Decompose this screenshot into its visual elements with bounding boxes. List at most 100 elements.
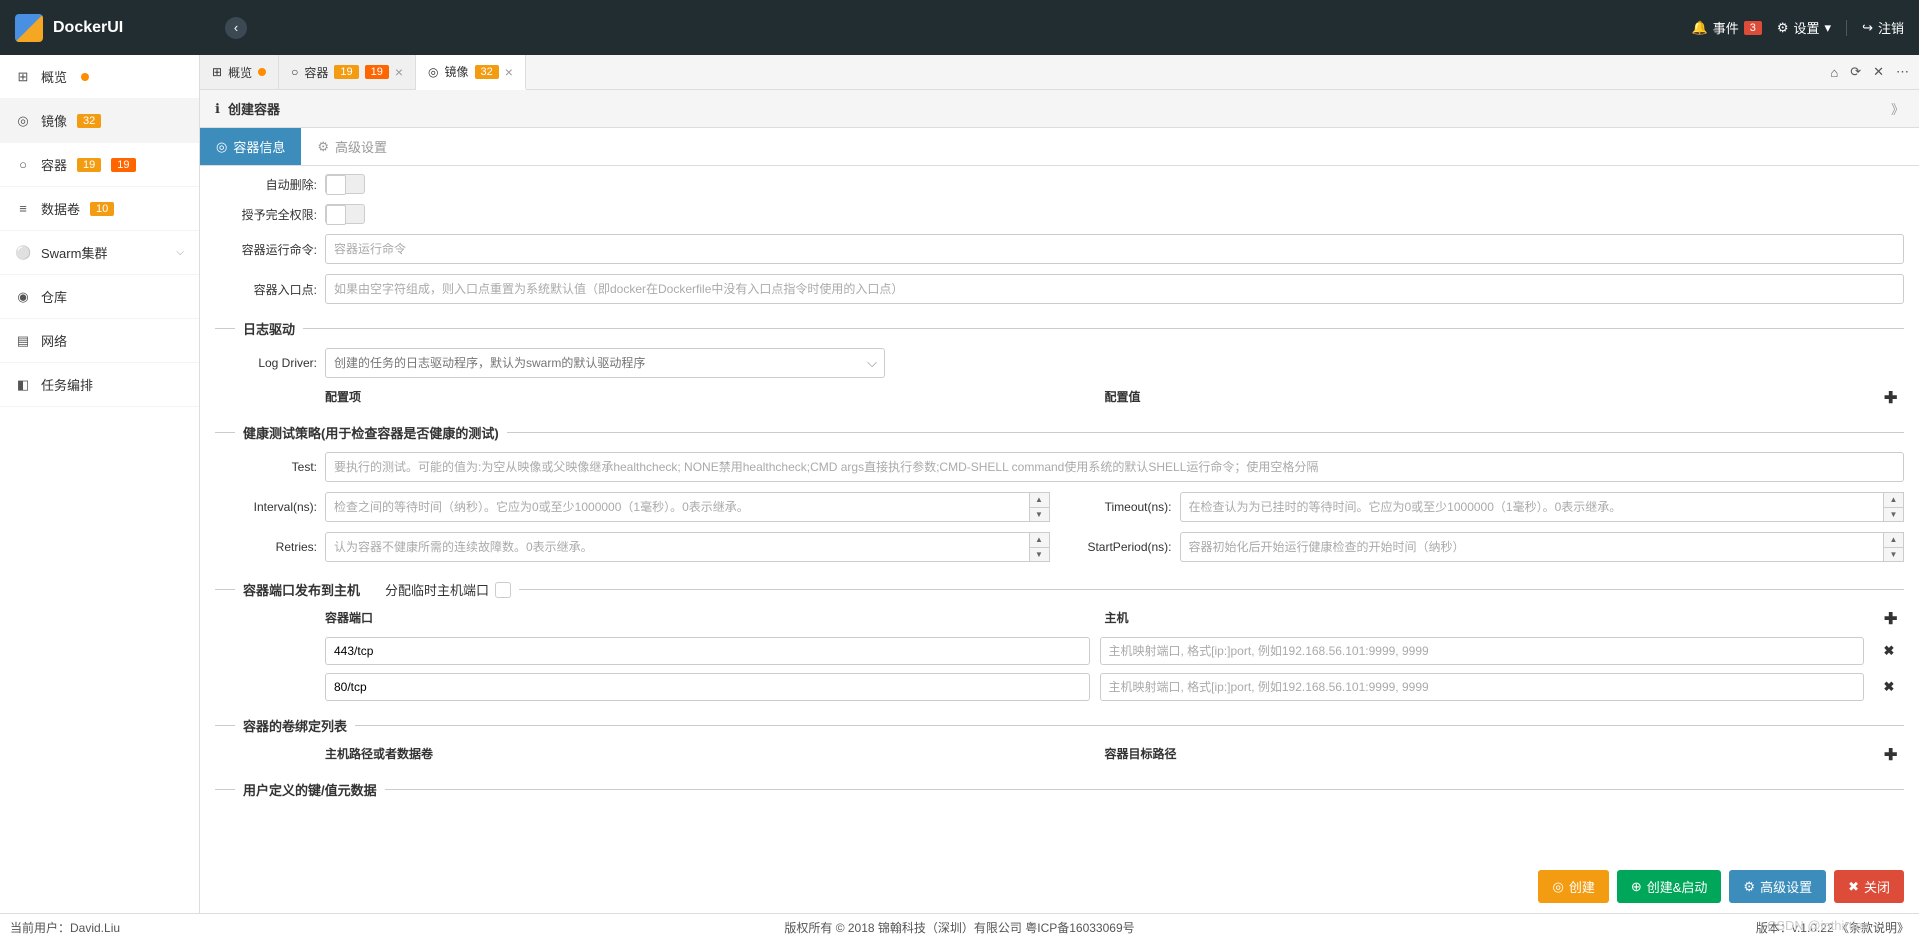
gear-icon: ⚙ [1777,20,1789,36]
logout-label: 注销 [1878,18,1904,37]
temp-port-label: 分配临时主机端口 [385,580,489,599]
sidebar-item-7[interactable]: ◧任务编排 [0,363,199,407]
create-start-button[interactable]: ⊕创建&启动 [1617,870,1722,903]
logout-icon: ↪ [1862,20,1873,36]
gear-icon: ⚙ [317,139,329,155]
auto-remove-toggle[interactable] [325,174,365,194]
chevron-left-icon: ‹ [234,20,238,35]
volumes-section-header: 容器的卷绑定列表 [215,716,1904,735]
gear-icon: ⚙ [1743,879,1755,895]
host-col-header: 主机 [1105,609,1885,629]
sidebar-item-0[interactable]: ⊞概览 [0,55,199,99]
container-port-input[interactable] [325,637,1090,665]
advanced-button[interactable]: ⚙高级设置 [1729,870,1826,903]
sidebar-item-2[interactable]: ○容器1919 [0,143,199,187]
tab-label: 镜像 [445,63,469,80]
startperiod-label: StartPeriod(ns): [1070,540,1180,554]
container-icon: ◎ [1552,879,1563,895]
port-row: ✖ [215,673,1904,701]
delete-row-button[interactable]: ✖ [1874,643,1904,659]
interval-spinner[interactable]: ▲▼ [1030,492,1050,522]
sidebar-label: 网络 [41,331,67,350]
sidebar-label: 数据卷 [41,199,80,218]
current-user: 当前用户：David.Liu [10,919,120,936]
tab-概览[interactable]: ⊞概览 [200,55,279,89]
events-button[interactable]: 🔔 事件 3 [1692,18,1762,37]
tab-container-info[interactable]: ◎ 容器信息 [200,128,301,165]
container-icon: ◎ [216,139,227,155]
sidebar-item-5[interactable]: ◉仓库 [0,275,199,319]
settings-button[interactable]: ⚙ 设置 ▾ [1777,18,1831,37]
tab-adv-label: 高级设置 [335,137,387,156]
sidebar-item-6[interactable]: ▤网络 [0,319,199,363]
sidebar-label: Swarm集群 [41,243,107,262]
events-label: 事件 [1713,18,1739,37]
log-driver-select[interactable] [325,348,885,378]
config-val-header: 配置值 [1105,388,1885,408]
back-button[interactable]: ‹ [225,17,247,39]
retries-label: Retries: [215,540,325,554]
sidebar-label: 容器 [41,155,67,174]
status-dot [258,68,266,76]
separator [1846,20,1847,36]
sidebar-item-3[interactable]: ≡数据卷10 [0,187,199,231]
interval-input[interactable] [325,492,1030,522]
badge: 19 [77,158,101,172]
vol-path-header: 主机路径或者数据卷 [325,745,1105,765]
caret-down-icon: ▾ [1825,20,1832,36]
timeout-spinner[interactable]: ▲▼ [1884,492,1904,522]
tab-info-label: 容器信息 [233,137,285,156]
test-label: Test: [215,460,325,474]
sidebar-item-4[interactable]: ⚪ Swarm集群 ⌵ [0,231,199,275]
tab-容器[interactable]: ○容器1919× [279,55,416,89]
create-button[interactable]: ◎创建 [1538,870,1608,903]
collapse-icon[interactable]: 》 [1891,99,1904,118]
host-port-input[interactable] [1100,673,1865,701]
cmd-input[interactable] [325,234,1904,264]
retries-spinner[interactable]: ▲▼ [1030,532,1050,562]
tab-label: 容器 [304,64,328,81]
tab-advanced[interactable]: ⚙ 高级设置 [301,128,403,165]
interval-label: Interval(ns): [215,500,325,514]
chevron-down-icon: ⌵ [176,247,184,258]
logout-button[interactable]: ↪ 注销 [1862,18,1904,37]
sidebar-icon: ⚪ [15,245,31,261]
badge: 10 [90,202,114,216]
add-port-button[interactable]: ✚ [1884,609,1904,629]
badge: 19 [111,158,135,172]
test-input[interactable] [325,452,1904,482]
timeout-label: Timeout(ns): [1070,500,1180,514]
close-tab-icon[interactable]: ✕ [1873,64,1884,80]
page-title: 创建容器 [228,99,280,118]
startperiod-input[interactable] [1180,532,1885,562]
add-volume-button[interactable]: ✚ [1884,745,1904,765]
tab-镜像[interactable]: ◎ 镜像 32 × [416,55,526,90]
privileged-toggle[interactable] [325,204,365,224]
container-port-input[interactable] [325,673,1090,701]
timeout-input[interactable] [1180,492,1885,522]
status-dot [81,73,89,81]
port-col-header: 容器端口 [325,609,1105,629]
close-button[interactable]: ✖关闭 [1834,870,1904,903]
temp-port-checkbox[interactable] [495,582,511,598]
home-icon[interactable]: ⌂ [1830,65,1838,80]
entry-input[interactable] [325,274,1904,304]
tab-icon: ◎ [428,65,438,79]
badge: 19 [334,65,358,79]
retries-input[interactable] [325,532,1030,562]
auto-remove-label: 自动删除: [215,176,325,193]
sidebar-icon: ◎ [15,113,31,129]
badge: 32 [475,65,499,79]
refresh-icon[interactable]: ⟳ [1850,64,1861,80]
tab-close-icon[interactable]: × [395,64,403,80]
host-port-input[interactable] [1100,637,1865,665]
events-badge: 3 [1744,21,1762,35]
play-icon: ⊕ [1631,879,1642,895]
tab-close-icon[interactable]: × [505,64,513,80]
startperiod-spinner[interactable]: ▲▼ [1884,532,1904,562]
delete-row-button[interactable]: ✖ [1874,679,1904,695]
more-icon[interactable]: ⋯ [1896,64,1909,80]
tab-label: 概览 [228,64,252,81]
add-config-button[interactable]: ✚ [1884,388,1904,408]
sidebar-item-1[interactable]: ◎镜像32 [0,99,199,143]
